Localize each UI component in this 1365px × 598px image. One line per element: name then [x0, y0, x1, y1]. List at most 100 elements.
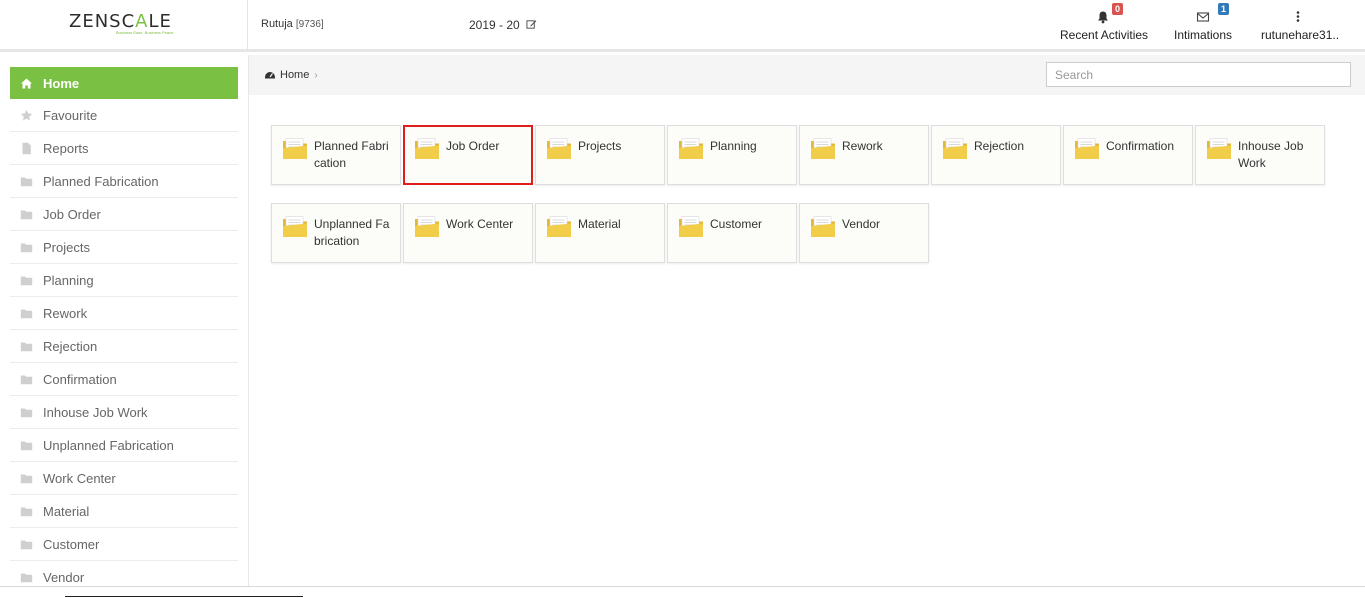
folder-icon — [415, 138, 439, 159]
tile-work-center[interactable]: Work Center — [403, 203, 533, 263]
sidebar-item-vendor[interactable]: Vendor — [10, 562, 238, 586]
folder-icon — [20, 309, 33, 319]
folder-icon — [547, 216, 571, 237]
tile-vendor[interactable]: Vendor — [799, 203, 929, 263]
folder-icon — [679, 138, 703, 159]
sidebar-item-favourite[interactable]: Favourite — [10, 100, 238, 132]
sidebar-item-label: Projects — [43, 240, 90, 255]
folder-icon — [20, 210, 33, 220]
sidebar-item-label: Rework — [43, 306, 88, 321]
tile-label: Material — [578, 217, 621, 231]
sidebar-item-home[interactable]: Home — [10, 67, 238, 99]
sidebar-item-customer[interactable]: Customer — [10, 529, 238, 561]
edit-icon[interactable] — [526, 19, 537, 30]
folder-icon — [1207, 138, 1231, 159]
tile-label: Confirmation — [1106, 139, 1175, 153]
tile-label: Rework — [842, 139, 883, 153]
logo-tagline: Business Ease. Business Peace. — [116, 30, 175, 35]
tile-planned-fabrication[interactable]: Planned Fabrication — [271, 125, 401, 185]
tile-job-order[interactable]: Job Order — [403, 125, 533, 185]
sidebar-item-label: Home — [43, 75, 80, 91]
folder-icon — [811, 216, 835, 237]
account-username: rutunehare31.. — [1261, 28, 1340, 42]
sidebar-item-label: Job Order — [43, 207, 101, 222]
sidebar-item-label: Inhouse Job Work — [43, 405, 148, 420]
folder-icon — [547, 138, 571, 159]
bell-icon — [1098, 11, 1108, 24]
folder-icon — [20, 474, 33, 484]
tile-label: Customer — [710, 217, 763, 231]
user-id: [9736] — [295, 19, 324, 30]
folder-icon — [415, 216, 439, 237]
breadcrumb-separator-icon: › — [314, 69, 318, 81]
file-icon — [22, 142, 31, 155]
sidebar-item-reports[interactable]: Reports — [10, 133, 238, 165]
tile-label: Job Order — [446, 139, 500, 153]
sidebar-item-label: Reports — [43, 141, 89, 156]
tile-customer[interactable]: Customer — [667, 203, 797, 263]
tile-label: Rejection — [974, 139, 1025, 153]
folder-icon — [283, 138, 307, 159]
star-icon — [20, 109, 33, 121]
tile-label: Vendor — [842, 217, 881, 231]
tile-material[interactable]: Material — [535, 203, 665, 263]
tile-inhouse-job-work[interactable]: Inhouse Job Work — [1195, 125, 1325, 185]
tile-projects[interactable]: Projects — [535, 125, 665, 185]
breadcrumb: Home › — [264, 69, 318, 81]
folder-icon — [20, 441, 33, 451]
sidebar-item-label: Customer — [43, 537, 100, 552]
sidebar-item-label: Material — [43, 504, 90, 519]
sidebar-item-planned-fabrication[interactable]: Planned Fabrication — [10, 166, 238, 198]
sidebar-item-material[interactable]: Material — [10, 496, 238, 528]
intimations-label: Intimations — [1174, 28, 1233, 42]
sidebar-item-projects[interactable]: Projects — [10, 232, 238, 264]
sidebar-item-job-order[interactable]: Job Order — [10, 199, 238, 231]
sidebar-item-confirmation[interactable]: Confirmation — [10, 364, 238, 396]
sidebar-nav: Home Favourite Reports Planned Fabricati… — [0, 55, 249, 586]
sidebar-item-unplanned-fabrication[interactable]: Unplanned Fabrication — [10, 430, 238, 462]
sidebar-item-label: Unplanned Fabrication — [43, 438, 174, 453]
logo-area[interactable]: ZENSCALE Business Ease. Business Peace. — [0, 0, 248, 52]
sidebar-item-planning[interactable]: Planning — [10, 265, 238, 297]
tile-label: Projects — [578, 139, 622, 153]
tile-label: Unplanned Fabrication — [314, 217, 390, 248]
search-input[interactable] — [1046, 62, 1351, 87]
recent-activities-count-badge: 0 — [1112, 3, 1124, 15]
home-icon — [21, 78, 32, 88]
tile-rejection[interactable]: Rejection — [931, 125, 1061, 185]
logo: ZENSCALE — [69, 11, 172, 32]
sidebar-item-work-center[interactable]: Work Center — [10, 463, 238, 495]
top-header: ZENSCALE Business Ease. Business Peace. … — [0, 0, 1365, 52]
tile-planning[interactable]: Planning — [667, 125, 797, 185]
sidebar-item-label: Rejection — [43, 339, 98, 354]
folder-icon — [283, 216, 307, 237]
tile-unplanned-fabrication[interactable]: Unplanned Fabrication — [271, 203, 401, 263]
folder-icon — [20, 177, 33, 187]
user-name: Rutuja — [261, 18, 293, 30]
tile-label: Work Center — [446, 217, 514, 231]
tile-confirmation[interactable]: Confirmation — [1063, 125, 1193, 185]
sidebar-item-inhouse-job-work[interactable]: Inhouse Job Work — [10, 397, 238, 429]
folder-icon — [20, 540, 33, 550]
tile-label: Inhouse Job Work — [1238, 139, 1304, 170]
folder-icon — [20, 408, 33, 418]
tile-label: Planned Fabrication — [314, 139, 389, 170]
folder-icon — [20, 507, 33, 517]
sidebar-item-label: Planned Fabrication — [43, 174, 159, 189]
footer-divider — [0, 586, 1365, 587]
sidebar-item-label: Vendor — [43, 570, 85, 585]
sidebar-item-rework[interactable]: Rework — [10, 298, 238, 330]
horizontal-scroll-indicator — [65, 596, 303, 597]
folder-icon — [1075, 138, 1099, 159]
tile-label: Planning — [710, 139, 757, 153]
sidebar-item-label: Favourite — [43, 108, 98, 123]
sidebar-item-label: Confirmation — [43, 372, 117, 387]
folder-icon — [20, 375, 33, 385]
tile-rework[interactable]: Rework — [799, 125, 929, 185]
sidebar-item-rejection[interactable]: Rejection — [10, 331, 238, 363]
fiscal-year-selector[interactable]: 2019 - 20 — [469, 18, 537, 32]
fiscal-year-value: 2019 - 20 — [469, 18, 520, 32]
breadcrumb-home-link[interactable]: Home — [280, 69, 309, 81]
folder-icon — [943, 138, 967, 159]
dashboard-icon — [265, 72, 275, 79]
